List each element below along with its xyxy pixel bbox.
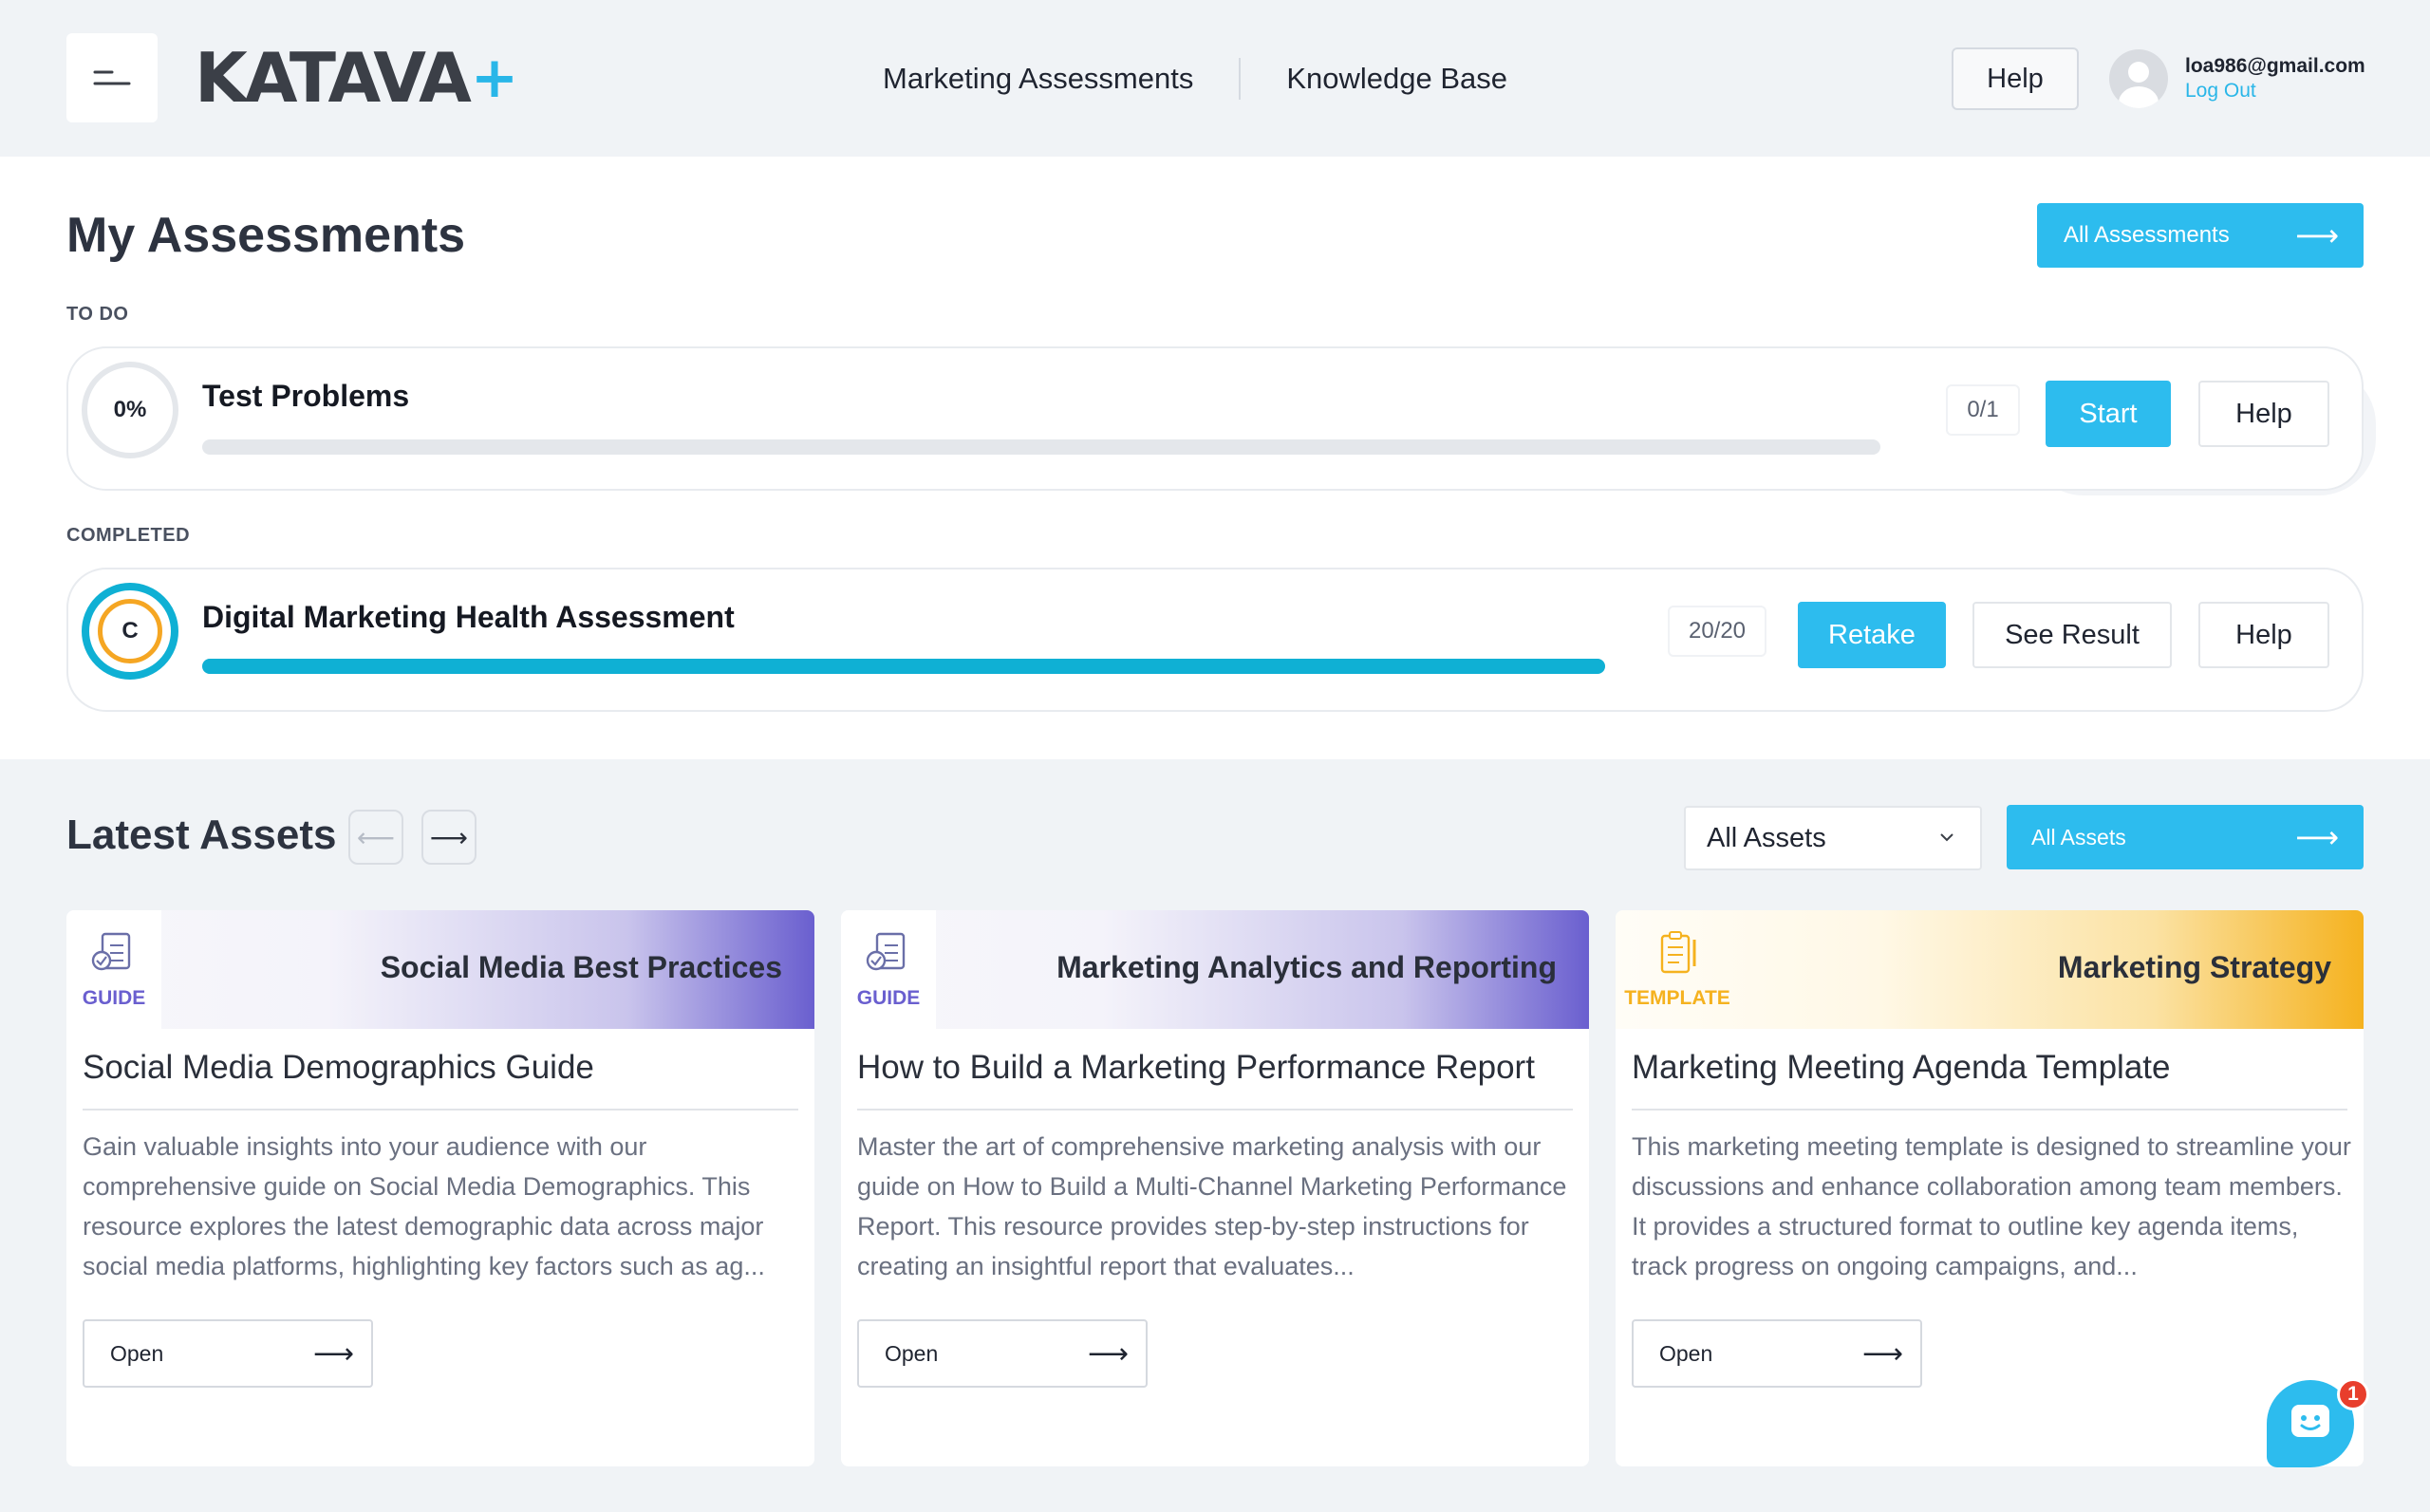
progress-fill — [202, 659, 1605, 674]
divider — [1632, 1109, 2347, 1111]
chat-icon — [2291, 1405, 2329, 1437]
help-button[interactable]: Help — [2198, 602, 2329, 668]
grade-ring: C — [82, 583, 178, 680]
page-title: My Assessments — [66, 208, 466, 263]
chat-notification-badge: 1 — [2337, 1378, 2369, 1410]
arrow-right-icon: ⟶ — [2295, 218, 2339, 252]
all-assessments-button[interactable]: All Assessments ⟶ — [2037, 203, 2364, 268]
start-button[interactable]: Start — [2046, 381, 2171, 447]
asset-type-label: GUIDE — [856, 987, 921, 1009]
progress-track — [202, 659, 1605, 674]
user-email: loa986@gmail.com — [2185, 55, 2365, 77]
progress-track — [202, 439, 1880, 455]
asset-banner: GUIDE Social Media Best Practices — [66, 910, 814, 1029]
open-button[interactable]: Open ⟶ — [1632, 1319, 1922, 1388]
asset-type-badge: GUIDE — [66, 910, 161, 1029]
asset-category: Marketing Strategy — [2057, 950, 2331, 984]
nav-marketing-assessments[interactable]: Marketing Assessments — [883, 62, 1193, 96]
logout-link[interactable]: Log Out — [2185, 80, 2256, 103]
asset-description: Gain valuable insights into your audienc… — [83, 1132, 765, 1280]
asset-category: Marketing Analytics and Reporting — [1056, 950, 1557, 984]
hamburger-menu-button[interactable] — [66, 33, 158, 122]
asset-title[interactable]: How to Build a Marketing Performance Rep… — [857, 1049, 1535, 1087]
see-result-button[interactable]: See Result — [1972, 602, 2172, 668]
open-label: Open — [1659, 1340, 1713, 1366]
progress-ring: 0% — [82, 362, 178, 458]
assessment-title: Test Problems — [202, 379, 410, 413]
arrow-right-icon: ⟶ — [312, 1337, 354, 1370]
arrow-right-icon: ⟶ — [1087, 1337, 1129, 1370]
header-help-button[interactable]: Help — [1952, 47, 2079, 110]
top-header: KATAVA + Marketing Assessments Knowledge… — [0, 0, 2430, 157]
help-button[interactable]: Help — [2198, 381, 2329, 447]
progress-percent: 0% — [113, 397, 147, 422]
guide-icon — [91, 932, 131, 971]
template-icon — [1660, 931, 1696, 974]
latest-assets-title: Latest Assets — [66, 812, 337, 858]
grade-inner-ring: C — [98, 599, 162, 663]
katava-logo[interactable]: KATAVA + — [195, 38, 518, 118]
asset-type-badge: GUIDE — [841, 910, 936, 1029]
all-assets-button[interactable]: All Assets ⟶ — [2007, 805, 2364, 869]
chevron-down-icon — [1940, 833, 1953, 842]
asset-card: TEMPLATE Marketing Strategy Marketing Me… — [1616, 910, 2364, 1466]
user-icon — [2119, 62, 2159, 108]
asset-description: Master the art of comprehensive marketin… — [857, 1132, 1567, 1280]
assessment-title: Digital Marketing Health Assessment — [202, 600, 735, 634]
open-button[interactable]: Open ⟶ — [857, 1319, 1148, 1388]
open-button[interactable]: Open ⟶ — [83, 1319, 373, 1388]
asset-banner: TEMPLATE Marketing Strategy — [1616, 910, 2364, 1029]
arrow-left-icon: ⟵ — [356, 822, 396, 852]
nav-knowledge-base[interactable]: Knowledge Base — [1286, 62, 1507, 96]
asset-description: This marketing meeting template is desig… — [1632, 1132, 2351, 1280]
menu-icon — [93, 70, 131, 85]
nav-divider — [1239, 58, 1242, 100]
asset-filter-select[interactable]: All Assets — [1684, 806, 1982, 870]
todo-label: TO DO — [66, 304, 129, 325]
completed-assessment-row: C Digital Marketing Health Assessment 20… — [66, 568, 2364, 712]
score-badge: 0/1 — [1946, 384, 2020, 436]
logo-text: KATAVA — [195, 38, 472, 118]
asset-category: Social Media Best Practices — [380, 950, 782, 984]
arrow-right-icon: ⟶ — [2295, 820, 2339, 854]
all-assets-label: All Assets — [2031, 824, 2126, 849]
arrow-right-icon: ⟶ — [429, 822, 469, 852]
top-navigation: Marketing Assessments Knowledge Base — [883, 55, 1507, 103]
grade-letter: C — [122, 618, 139, 644]
guide-icon — [866, 932, 906, 971]
asset-card: GUIDE Social Media Best Practices Social… — [66, 910, 814, 1466]
score-badge: 20/20 — [1668, 606, 1766, 657]
carousel-prev-button[interactable]: ⟵ — [348, 810, 403, 865]
asset-type-badge: TEMPLATE — [1616, 910, 1739, 1029]
all-assessments-label: All Assessments — [2064, 222, 2230, 248]
arrow-right-icon: ⟶ — [1861, 1337, 1903, 1370]
open-label: Open — [110, 1340, 164, 1366]
divider — [857, 1109, 1573, 1111]
asset-type-label: TEMPLATE — [1624, 987, 1730, 1009]
asset-title[interactable]: Social Media Demographics Guide — [83, 1049, 594, 1087]
select-value: All Assets — [1707, 822, 1826, 853]
asset-card: GUIDE Marketing Analytics and Reporting … — [841, 910, 1589, 1466]
avatar[interactable] — [2109, 49, 2168, 108]
open-label: Open — [885, 1340, 939, 1366]
logo-plus: + — [470, 45, 518, 111]
completed-label: COMPLETED — [66, 525, 191, 546]
carousel-next-button[interactable]: ⟶ — [421, 810, 477, 865]
retake-button[interactable]: Retake — [1798, 602, 1946, 668]
asset-title[interactable]: Marketing Meeting Agenda Template — [1632, 1049, 2171, 1087]
todo-assessment-row: 0% Test Problems 0/1 Start Help — [66, 346, 2364, 491]
divider — [83, 1109, 798, 1111]
my-assessments-section: My Assessments All Assessments ⟶ TO DO 0… — [0, 157, 2430, 759]
asset-banner: GUIDE Marketing Analytics and Reporting — [841, 910, 1589, 1029]
asset-type-label: GUIDE — [82, 987, 146, 1009]
